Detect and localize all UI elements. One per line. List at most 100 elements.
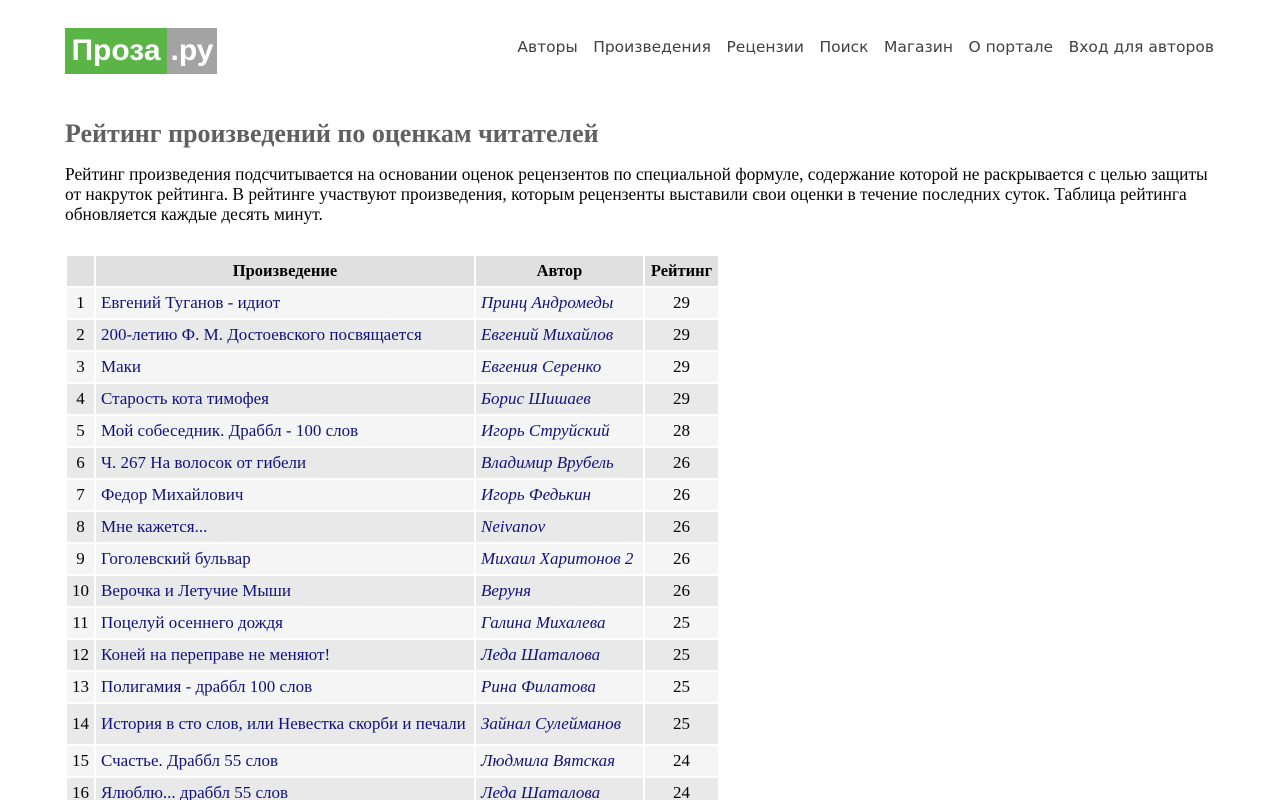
author-link[interactable]: Евгений Михайлов [481,325,613,344]
author-link[interactable]: Леда Шаталова [481,645,600,664]
table-header-row: Произведение Автор Рейтинг [67,256,718,286]
nav-login[interactable]: Вход для авторов [1069,37,1214,57]
author-link[interactable]: Принц Андромеды [481,293,613,312]
author-cell: Neivanov [476,512,643,542]
author-cell: Принц Андромеды [476,288,643,318]
table-row: 10 Верочка и Летучие Мыши Веруня 26 [67,576,718,606]
work-link[interactable]: Старость кота тимофея [101,389,269,408]
rank-number: 7 [67,480,94,510]
author-link[interactable]: Игорь Федькин [481,485,591,504]
work-cell: Коней на переправе не меняют! [96,640,474,670]
rating-value: 26 [645,480,718,510]
author-link[interactable]: Борис Шишаев [481,389,591,408]
author-cell: Владимир Врубель [476,448,643,478]
author-link[interactable]: Рина Филатова [481,677,596,696]
work-cell: Евгений Туганов - идиот [96,288,474,318]
author-cell: Зайнал Сулейманов [476,704,643,744]
author-cell: Веруня [476,576,643,606]
work-link[interactable]: Маки [101,357,141,376]
work-cell: Мой собеседник. Драббл - 100 слов [96,416,474,446]
rating-value: 26 [645,448,718,478]
nav-shop[interactable]: Магазин [884,37,953,57]
work-cell: Федор Михайлович [96,480,474,510]
rating-value: 24 [645,746,718,776]
rating-value: 26 [645,576,718,606]
site-logo[interactable]: Проза .ру [65,28,217,74]
author-link[interactable]: Леда Шаталова [481,783,600,800]
rating-table-body: 1 Евгений Туганов - идиот Принц Андромеды 2… [67,288,718,800]
rank-number: 6 [67,448,94,478]
table-row: 9 Гоголевский бульвар Михаил Харитонов 2 26 [67,544,718,574]
work-cell: Ялюблю... драббл 55 слов [96,778,474,800]
work-link[interactable]: Верочка и Летучие Мыши [101,581,291,600]
author-link[interactable]: Михаил Харитонов 2 [481,549,633,568]
work-link[interactable]: Мой собеседник. Драббл - 100 слов [101,421,358,440]
work-cell: Поцелуй осеннего дождя [96,608,474,638]
work-link[interactable]: 200-летию Ф. М. Достоевского посвящается [101,325,422,344]
nav-search[interactable]: Поиск [819,37,868,57]
author-cell: Леда Шаталова [476,778,643,800]
table-row: 3 Маки Евгения Серенко 29 [67,352,718,382]
work-link[interactable]: Евгений Туганов - идиот [101,293,280,312]
table-row: 8 Мне кажется... Neivanov 26 [67,512,718,542]
header-num [67,256,94,286]
table-row: 7 Федор Михайлович Игорь Федькин 26 [67,480,718,510]
work-cell: Старость кота тимофея [96,384,474,414]
work-link[interactable]: Коней на переправе не меняют! [101,645,330,664]
rank-number: 4 [67,384,94,414]
table-row: 15 Счастье. Драббл 55 слов Людмила Вятская… [67,746,718,776]
work-link[interactable]: Полигамия - драббл 100 слов [101,677,312,696]
rank-number: 1 [67,288,94,318]
work-link[interactable]: Счастье. Драббл 55 слов [101,751,278,770]
rank-number: 14 [67,704,94,744]
author-link[interactable]: Галина Михалева [481,613,605,632]
work-cell: Маки [96,352,474,382]
author-link[interactable]: Людмила Вятская [481,751,615,770]
author-cell: Леда Шаталова [476,640,643,670]
nav-about[interactable]: О портале [969,37,1054,57]
table-row: 16 Ялюблю... драббл 55 слов Леда Шаталова 2… [67,778,718,800]
work-link[interactable]: Поцелуй осеннего дождя [101,613,283,632]
nav-reviews[interactable]: Рецензии [726,37,804,57]
rating-value: 25 [645,704,718,744]
rating-value: 26 [645,544,718,574]
rating-value: 28 [645,416,718,446]
rank-number: 16 [67,778,94,800]
author-link[interactable]: Владимир Врубель [481,453,614,472]
rating-value: 29 [645,288,718,318]
header-rating: Рейтинг [645,256,718,286]
table-row: 5 Мой собеседник. Драббл - 100 слов Игорь … [67,416,718,446]
intro-text: Рейтинг произведения подсчитывается на о… [65,164,1208,224]
rating-value: 25 [645,672,718,702]
header-author: Автор [476,256,643,286]
work-link[interactable]: Ялюблю... драббл 55 слов [101,783,288,800]
work-link[interactable]: История в сто слов, или Невестка скорби … [101,714,466,733]
author-link[interactable]: Зайнал Сулейманов [481,714,621,733]
rating-value: 24 [645,778,718,800]
nav-works[interactable]: Произведения [593,37,711,57]
work-link[interactable]: Мне кажется... [101,517,207,536]
work-link[interactable]: Ч. 267 На волосок от гибели [101,453,306,472]
work-cell: Ч. 267 На волосок от гибели [96,448,474,478]
rank-number: 11 [67,608,94,638]
logo-text-main: Проза [65,28,167,74]
rating-value: 25 [645,608,718,638]
author-cell: Михаил Харитонов 2 [476,544,643,574]
work-link[interactable]: Федор Михайлович [101,485,243,504]
rating-value: 29 [645,384,718,414]
work-link[interactable]: Гоголевский бульвар [101,549,251,568]
work-cell: Мне кажется... [96,512,474,542]
author-cell: Евгения Серенко [476,352,643,382]
table-row: 1 Евгений Туганов - идиот Принц Андромеды 2… [67,288,718,318]
rank-number: 12 [67,640,94,670]
work-cell: Счастье. Драббл 55 слов [96,746,474,776]
nav-authors[interactable]: Авторы [517,37,577,57]
table-row: 14 История в сто слов, или Невестка скорб… [67,704,718,744]
author-link[interactable]: Neivanov [481,517,545,536]
author-link[interactable]: Игорь Струйский [481,421,610,440]
author-link[interactable]: Евгения Серенко [481,357,601,376]
author-cell: Борис Шишаев [476,384,643,414]
rating-value: 26 [645,512,718,542]
author-link[interactable]: Веруня [481,581,531,600]
work-cell: 200-летию Ф. М. Достоевского посвящается [96,320,474,350]
